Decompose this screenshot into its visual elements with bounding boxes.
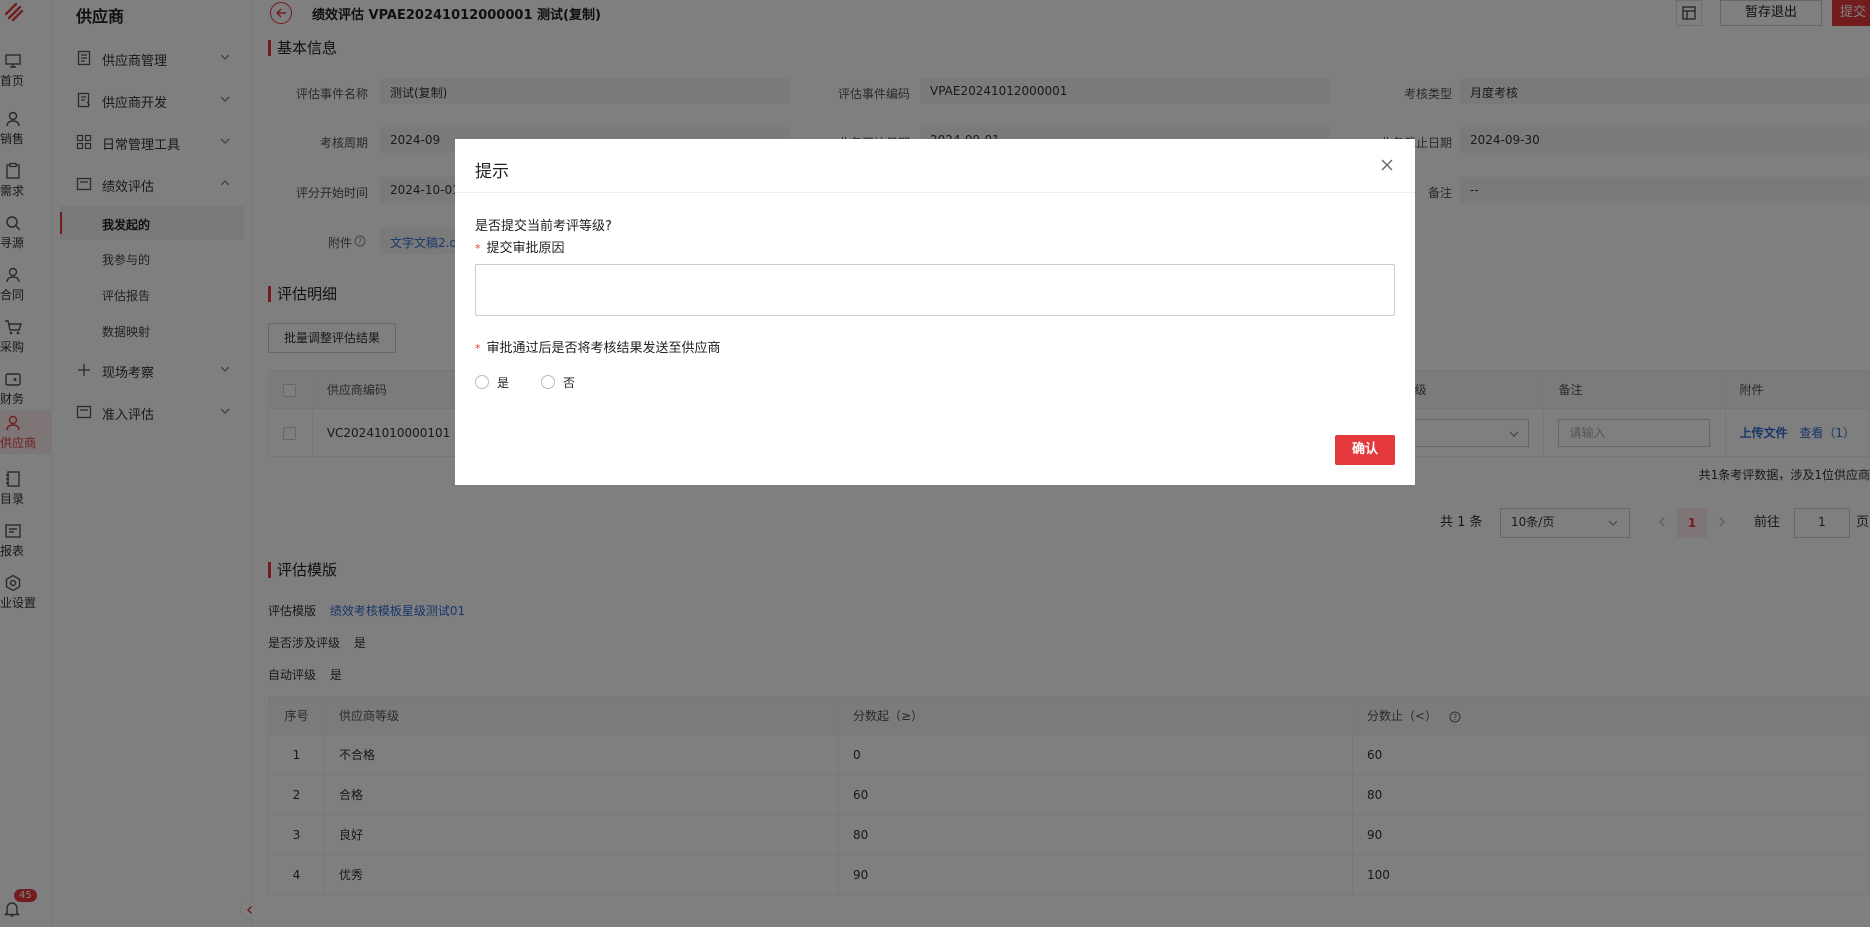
submit-confirm-dialog: 提示 是否提交当前考评等级? * 提交审批原因 * 审批通过后是否将考核结果发送至供…: [455, 139, 1415, 485]
required-marker: *: [475, 342, 481, 355]
send-to-supplier-label: * 审批通过后是否将考核结果发送至供应商: [475, 341, 721, 356]
required-marker: *: [475, 242, 481, 255]
radio-circle: [475, 375, 489, 389]
dialog-question: 是否提交当前考评等级?: [475, 219, 612, 234]
radio-no-label: 否: [563, 376, 576, 390]
dialog-title: 提示: [475, 162, 509, 182]
radio-circle: [541, 375, 555, 389]
reason-label: * 提交审批原因: [475, 241, 565, 256]
dialog-header: 提示: [455, 139, 1415, 193]
confirm-button[interactable]: 确认: [1335, 435, 1395, 465]
reason-textarea[interactable]: [475, 264, 1395, 316]
close-icon[interactable]: [1379, 157, 1395, 173]
radio-yes-label: 是: [497, 376, 510, 390]
